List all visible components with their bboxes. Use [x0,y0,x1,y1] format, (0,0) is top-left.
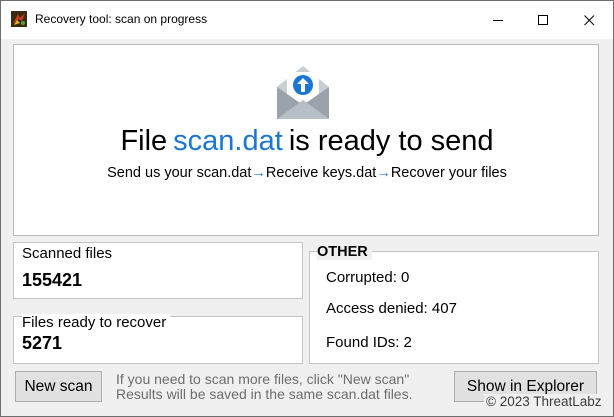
app-logo-icon [11,11,27,27]
close-icon [583,14,594,25]
new-scan-hint: If you need to scan more files, click "N… [116,372,412,402]
close-button[interactable] [566,1,612,39]
title-bar[interactable]: Recovery tool: scan on progress [1,1,613,39]
headline: File scan.dat is ready to send [14,125,600,158]
envelope-upload-icon [277,66,329,119]
minimize-button[interactable] [475,1,521,39]
found-ids-count: Found IDs: 2 [326,334,412,351]
step-send: Send us your scan.dat [107,165,252,181]
headline-prefix: File [120,125,168,157]
other-heading: OTHER [317,244,372,260]
hint-line-1: If you need to scan more files, click "N… [116,371,410,387]
step-recover: Recover your files [390,165,507,181]
maximize-button[interactable] [520,1,566,39]
scanned-files-count: 155421 [22,270,83,290]
step-arrow-2: → [376,165,391,181]
access-denied-count: Access denied: 407 [326,300,457,317]
ready-files-group: Files ready to recover 5271 [13,314,303,364]
hint-line-2: Results will be saved in the same scan.d… [116,386,413,402]
headline-suffix: is ready to send [288,125,494,157]
other-stats-group: Corrupted: 0 Access denied: 407 Found ID… [309,251,599,364]
ready-to-send-panel: File scan.dat is ready to send Send us you… [13,44,599,236]
new-scan-button[interactable]: New scan [15,371,102,402]
window-title: Recovery tool: scan on progress [35,12,208,26]
scanned-files-group: Scanned files 155421 [13,242,303,299]
maximize-icon [537,14,548,25]
minimize-icon [492,19,503,21]
headline-filename: scan.dat [173,125,283,157]
corrupted-count: Corrupted: 0 [326,269,410,286]
recovery-tool-window: Recovery tool: scan on progress File sca… [0,0,614,417]
step-arrow-1: → [251,165,266,181]
recovery-steps: Send us your scan.dat→Receive keys.dat→R… [14,165,600,181]
step-receive: Receive keys.dat [265,165,377,181]
ready-files-label: Files ready to recover [22,314,171,331]
ready-files-count: 5271 [22,333,63,353]
copyright-notice: © 2023 ThreatLabz [484,394,604,409]
scanned-files-label: Scanned files [22,245,117,262]
